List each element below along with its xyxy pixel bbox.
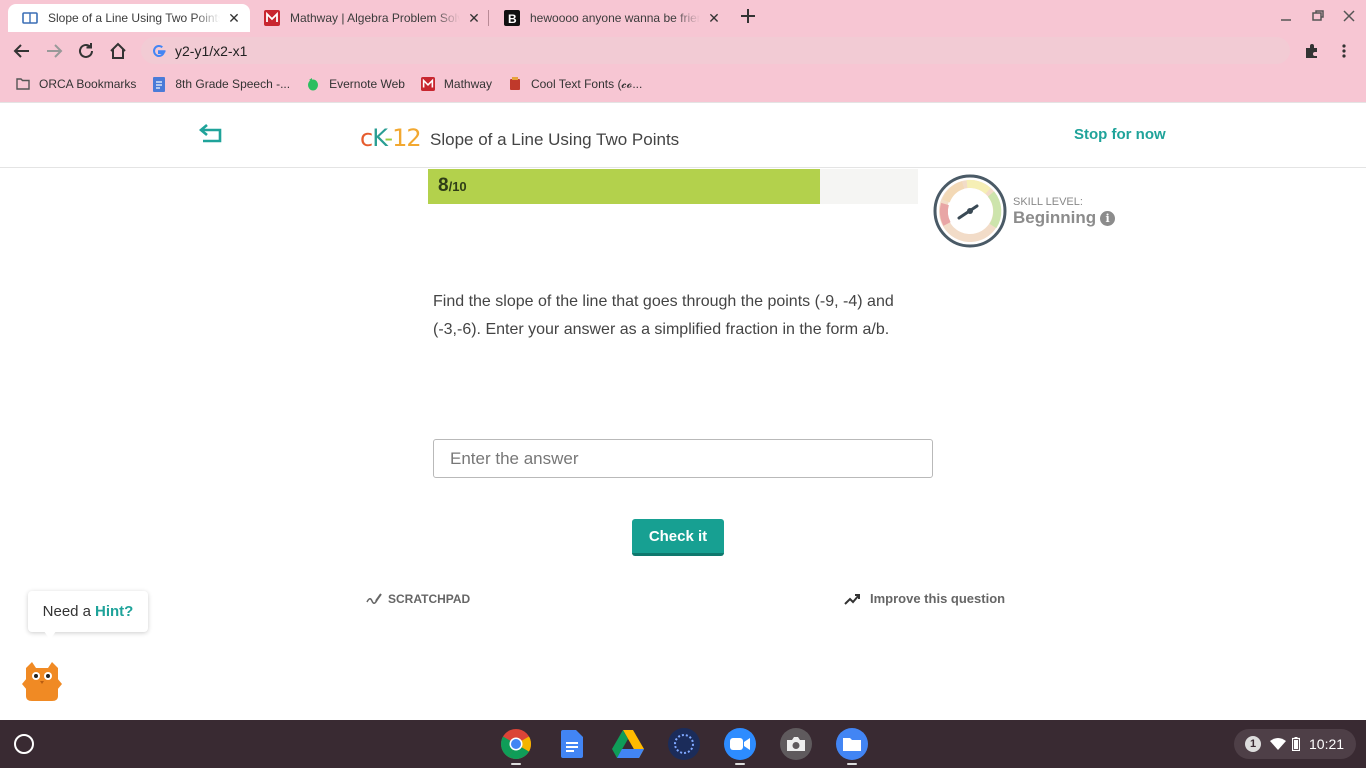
bookmark-label: ORCA Bookmarks bbox=[39, 77, 137, 91]
hint-link[interactable]: Hint? bbox=[95, 603, 133, 620]
logo-c: c bbox=[360, 124, 373, 152]
files-icon[interactable] bbox=[836, 728, 868, 760]
dots-app-icon[interactable] bbox=[668, 728, 700, 760]
tab-strip: Slope of a Line Using Two Points ✕ Mathw… bbox=[0, 0, 1366, 32]
skill-gauge-icon bbox=[933, 174, 1007, 248]
address-bar[interactable]: y2-y1/x2-x1 bbox=[141, 37, 1290, 64]
tab-title: Mathway | Algebra Problem Solver bbox=[290, 11, 460, 25]
tab-separator bbox=[488, 10, 489, 26]
scratchpad-button[interactable]: SCRATCHPAD bbox=[366, 592, 470, 606]
running-indicator bbox=[847, 763, 857, 765]
bookmark-orca[interactable]: ORCA Bookmarks bbox=[16, 77, 136, 91]
bookmark-evernote[interactable]: Evernote Web bbox=[306, 77, 405, 91]
owl-mascot-icon[interactable] bbox=[22, 660, 62, 702]
extensions-icon[interactable] bbox=[1300, 39, 1324, 63]
trending-up-icon bbox=[844, 593, 861, 605]
tab-ck12[interactable]: Slope of a Line Using Two Points ✕ bbox=[8, 4, 250, 32]
mathway-icon bbox=[264, 10, 280, 26]
new-tab-icon[interactable] bbox=[738, 6, 758, 26]
notification-badge: 1 bbox=[1245, 736, 1261, 752]
answer-input[interactable] bbox=[433, 439, 933, 478]
google-icon bbox=[151, 43, 167, 59]
status-tray[interactable]: 1 10:21 bbox=[1234, 729, 1356, 759]
cool-text-icon bbox=[508, 77, 522, 91]
ck12-logo[interactable]: cK-12 bbox=[360, 124, 422, 152]
restore-icon[interactable] bbox=[1310, 8, 1326, 24]
ck12-book-icon bbox=[22, 10, 38, 26]
bookmark-label: Evernote Web bbox=[329, 77, 405, 91]
progress-total: /10 bbox=[448, 179, 467, 194]
tab-brainly[interactable]: B hewoooo anyone wanna be friends ✕ bbox=[490, 4, 730, 32]
google-docs-icon bbox=[152, 76, 166, 92]
brainly-icon: B bbox=[504, 10, 520, 26]
folder-icon bbox=[16, 77, 30, 91]
bookmark-cool-text[interactable]: Cool Text Fonts (𝓬𝓸... bbox=[508, 77, 642, 92]
progress-count: 8/10 bbox=[438, 175, 467, 197]
hint-bubble[interactable]: Need a Hint? bbox=[28, 591, 148, 632]
close-window-icon[interactable] bbox=[1341, 8, 1357, 24]
close-tab-icon[interactable]: ✕ bbox=[466, 10, 482, 26]
minimize-icon[interactable] bbox=[1278, 8, 1294, 24]
chrome-icon[interactable] bbox=[500, 728, 532, 760]
improve-label: Improve this question bbox=[870, 591, 1006, 606]
home-icon[interactable] bbox=[106, 39, 130, 63]
hint-prefix: Need a bbox=[42, 603, 92, 620]
hint-bubble-tail bbox=[44, 631, 56, 640]
progress-current: 8 bbox=[438, 175, 449, 196]
skill-level-value: Beginning i bbox=[1013, 208, 1116, 228]
url-text: y2-y1/x2-x1 bbox=[175, 42, 248, 59]
running-indicator bbox=[511, 763, 521, 765]
bookmark-label: 8th Grade Speech -... bbox=[175, 77, 291, 91]
progress-fill bbox=[428, 169, 820, 204]
stop-for-now-link[interactable]: Stop for now bbox=[1074, 126, 1166, 143]
os-shelf: 1 10:21 bbox=[0, 720, 1366, 768]
tab-title: Slope of a Line Using Two Points bbox=[48, 11, 220, 25]
tab-mathway[interactable]: Mathway | Algebra Problem Solver ✕ bbox=[250, 4, 490, 32]
forward-icon[interactable] bbox=[42, 39, 66, 63]
page-header: cK-12 Slope of a Line Using Two Points S… bbox=[0, 102, 1366, 168]
skill-level-text: Beginning bbox=[1013, 208, 1097, 227]
clock: 10:21 bbox=[1309, 736, 1345, 752]
google-docs-icon[interactable] bbox=[556, 728, 588, 760]
browser-chrome: Slope of a Line Using Two Points ✕ Mathw… bbox=[0, 0, 1366, 102]
launcher-icon[interactable] bbox=[14, 734, 34, 754]
bookmark-label: Mathway bbox=[443, 77, 492, 91]
logo-k: K bbox=[372, 124, 385, 152]
skill-level-label: SKILL LEVEL: bbox=[1013, 196, 1083, 208]
pencil-icon bbox=[366, 592, 382, 606]
info-icon[interactable]: i bbox=[1100, 210, 1116, 226]
camera-icon[interactable] bbox=[780, 728, 812, 760]
reload-icon[interactable] bbox=[74, 39, 98, 63]
close-tab-icon[interactable]: ✕ bbox=[226, 10, 242, 26]
google-drive-icon[interactable] bbox=[612, 728, 644, 760]
running-indicator bbox=[735, 763, 745, 765]
tab-title: hewoooo anyone wanna be friends bbox=[530, 11, 700, 25]
bookmark-label: Cool Text Fonts (𝓬𝓸... bbox=[530, 76, 643, 91]
battery-icon bbox=[1292, 737, 1300, 751]
bookmark-mathway[interactable]: Mathway bbox=[420, 77, 492, 91]
bookmark-speech[interactable]: 8th Grade Speech -... bbox=[152, 76, 291, 92]
zoom-icon[interactable] bbox=[724, 728, 756, 760]
browser-toolbar: y2-y1/x2-x1 bbox=[0, 33, 1366, 69]
page-title: Slope of a Line Using Two Points bbox=[430, 130, 680, 149]
progress-bar: 8/10 bbox=[428, 169, 918, 204]
check-it-button[interactable]: Check it bbox=[632, 519, 724, 556]
logo-12: 12 bbox=[392, 124, 422, 152]
close-tab-icon[interactable]: ✕ bbox=[706, 10, 722, 26]
question-text: Find the slope of the line that goes thr… bbox=[433, 293, 894, 338]
page: cK-12 Slope of a Line Using Two Points S… bbox=[0, 102, 1366, 720]
mathway-icon bbox=[420, 77, 435, 91]
back-icon[interactable] bbox=[10, 39, 34, 63]
scratchpad-label: SCRATCHPAD bbox=[388, 592, 471, 606]
logo-dash: - bbox=[384, 124, 393, 152]
bookmarks-bar: ORCA Bookmarks 8th Grade Speech -... Eve… bbox=[0, 72, 1366, 96]
improve-question-button[interactable]: Improve this question bbox=[844, 591, 1005, 606]
wifi-icon bbox=[1270, 738, 1286, 750]
menu-icon[interactable] bbox=[1332, 39, 1356, 63]
svg-text:B: B bbox=[508, 12, 517, 26]
return-arrow-icon[interactable] bbox=[198, 123, 226, 145]
evernote-icon bbox=[306, 77, 320, 91]
